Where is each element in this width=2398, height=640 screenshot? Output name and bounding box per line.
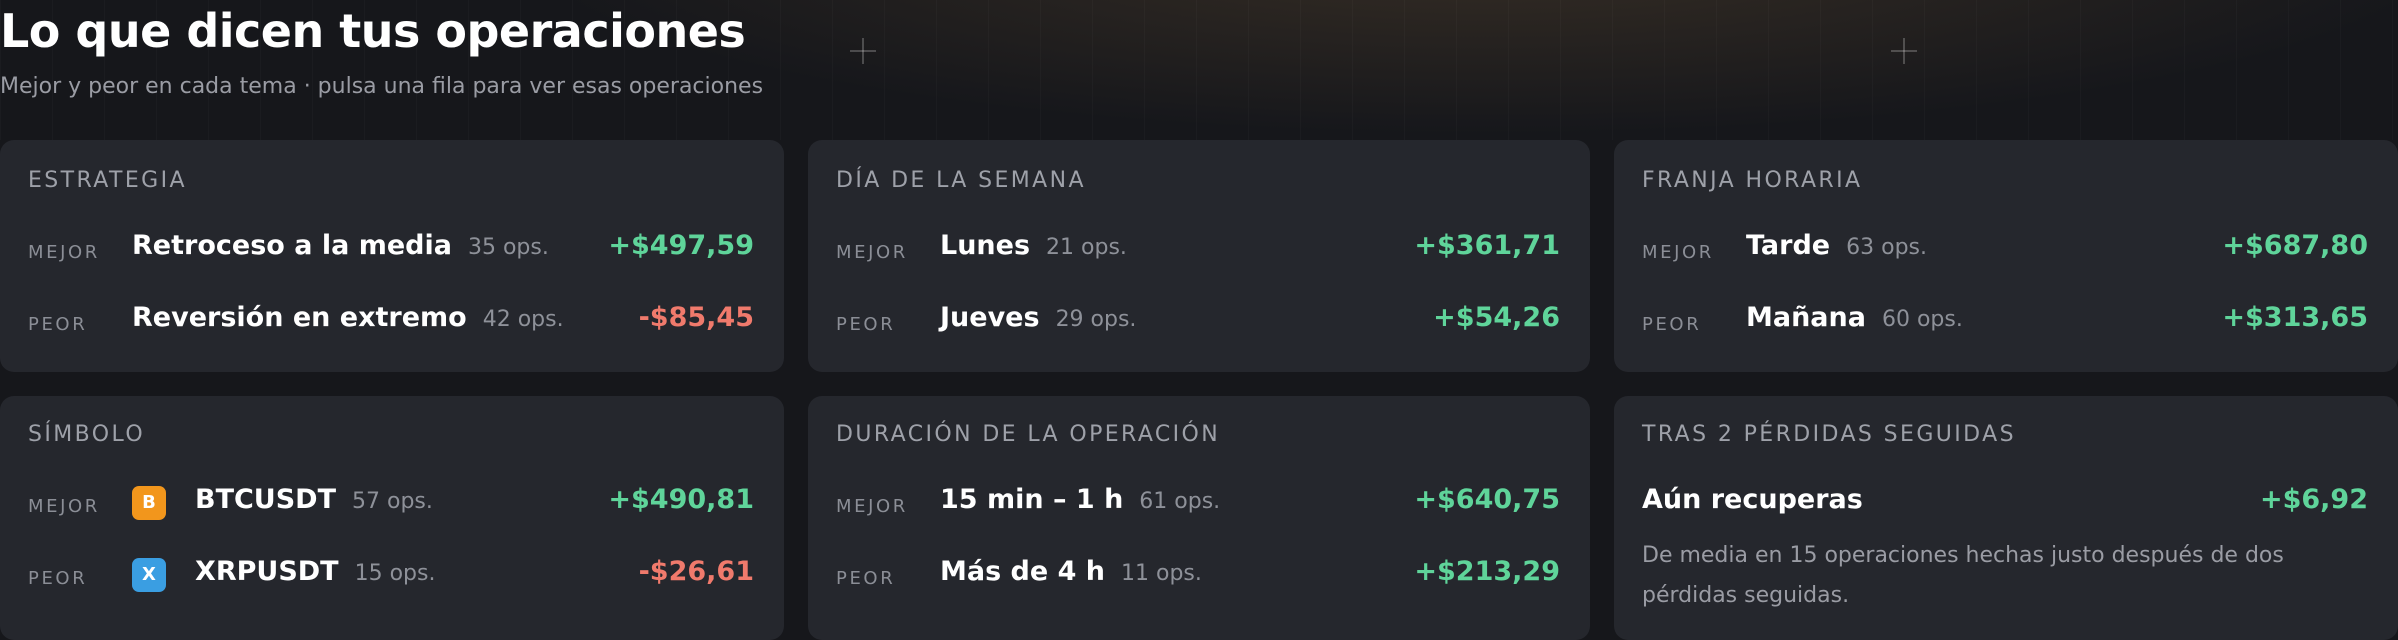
page-subtitle: Mejor y peor en cada tema · pulsa una fi… [0, 74, 764, 99]
page-title: Lo que dicen tus operaciones [0, 4, 746, 58]
note-value: +$6,92 [2259, 484, 2368, 515]
row-main: Jueves 29 ops. [940, 302, 1136, 333]
card-title: ESTRATEGIA [28, 168, 187, 193]
card-franja-horaria: FRANJA HORARIA MEJOR Tarde 63 ops. +$687… [1614, 140, 2398, 372]
row-name: 15 min – 1 h [940, 484, 1124, 515]
row-value: +$54,26 [1433, 302, 1560, 333]
row-tag: MEJOR [836, 496, 908, 517]
worst-row[interactable]: PEOR Reversión en extremo 42 ops. -$85,4… [28, 302, 754, 352]
worst-row[interactable]: PEOR X XRPUSDT 15 ops. -$26,61 [28, 556, 754, 606]
plus-decoration [1891, 38, 1917, 64]
row-name: BTCUSDT [195, 484, 337, 515]
row-name: Retroceso a la media [132, 230, 452, 261]
row-main: XRPUSDT 15 ops. [195, 556, 435, 587]
row-name: Lunes [940, 230, 1031, 261]
bitcoin-icon: B [132, 486, 166, 520]
row-count: 29 ops. [1055, 307, 1137, 332]
row-tag: MEJOR [1642, 242, 1714, 263]
row-name: Reversión en extremo [132, 302, 467, 333]
best-row[interactable]: MEJOR Retroceso a la media 35 ops. +$497… [28, 230, 754, 280]
row-count: 35 ops. [467, 235, 549, 260]
best-row[interactable]: MEJOR B BTCUSDT 57 ops. +$490,81 [28, 484, 754, 534]
best-row[interactable]: MEJOR Tarde 63 ops. +$687,80 [1642, 230, 2368, 280]
row-main: Mañana 60 ops. [1746, 302, 1963, 333]
row-name: Tarde [1746, 230, 1831, 261]
row-tag: MEJOR [28, 242, 100, 263]
card-title: DÍA DE LA SEMANA [836, 168, 1086, 193]
card-dia-semana: DÍA DE LA SEMANA MEJOR Lunes 21 ops. +$3… [808, 140, 1590, 372]
row-value: +$313,65 [2222, 302, 2368, 333]
row-tag: PEOR [28, 568, 88, 589]
row-count: 63 ops. [1846, 235, 1927, 260]
row-value: +$213,29 [1414, 556, 1560, 587]
row-tag: PEOR [836, 568, 896, 589]
row-count: 57 ops. [352, 489, 433, 514]
xrp-icon: X [132, 558, 166, 592]
worst-row[interactable]: PEOR Más de 4 h 11 ops. +$213,29 [836, 556, 1560, 606]
note-headline: Aún recuperas [1642, 484, 1863, 515]
note-description: De media en 15 operaciones hechas justo … [1642, 543, 2284, 608]
row-main: Reversión en extremo 42 ops. [132, 302, 564, 333]
row-main: Más de 4 h 11 ops. [940, 556, 1202, 587]
row-value: +$687,80 [2222, 230, 2368, 261]
best-row[interactable]: MEJOR Lunes 21 ops. +$361,71 [836, 230, 1560, 280]
row-value: +$361,71 [1414, 230, 1560, 261]
card-title: DURACIÓN DE LA OPERACIÓN [836, 422, 1221, 447]
row-count: 15 ops. [354, 561, 436, 586]
row-main: Tarde 63 ops. [1746, 230, 1927, 261]
row-count: 60 ops. [1881, 307, 1963, 332]
row-main: Retroceso a la media 35 ops. [132, 230, 549, 261]
row-value: +$497,59 [608, 230, 754, 261]
card-duracion: DURACIÓN DE LA OPERACIÓN MEJOR 15 min – … [808, 396, 1590, 640]
row-tag: MEJOR [836, 242, 908, 263]
row-name: Jueves [940, 302, 1040, 333]
row-main: BTCUSDT 57 ops. [195, 484, 433, 515]
row-main: Lunes 21 ops. [940, 230, 1127, 261]
row-name: Más de 4 h [940, 556, 1106, 587]
row-tag: MEJOR [28, 496, 100, 517]
best-row[interactable]: MEJOR 15 min – 1 h 61 ops. +$640,75 [836, 484, 1560, 534]
row-tag: PEOR [28, 314, 88, 335]
row-tag: PEOR [1642, 314, 1702, 335]
card-title: TRAS 2 PÉRDIDAS SEGUIDAS [1642, 422, 2016, 447]
row-value: -$85,45 [638, 302, 754, 333]
row-count: 11 ops. [1121, 561, 1202, 586]
card-title: SÍMBOLO [28, 422, 146, 447]
card-estrategia: ESTRATEGIA MEJOR Retroceso a la media 35… [0, 140, 784, 372]
row-name: Mañana [1746, 302, 1866, 333]
row-count: 42 ops. [482, 307, 564, 332]
row-value: -$26,61 [638, 556, 754, 587]
card-simbolo: SÍMBOLO MEJOR B BTCUSDT 57 ops. +$490,81… [0, 396, 784, 640]
row-main: 15 min – 1 h 61 ops. [940, 484, 1220, 515]
row-value: +$490,81 [608, 484, 754, 515]
worst-row[interactable]: PEOR Jueves 29 ops. +$54,26 [836, 302, 1560, 352]
row-count: 21 ops. [1046, 235, 1127, 260]
plus-decoration [850, 38, 876, 64]
card-tras-perdidas[interactable]: TRAS 2 PÉRDIDAS SEGUIDAS Aún recuperas +… [1614, 396, 2398, 640]
worst-row[interactable]: PEOR Mañana 60 ops. +$313,65 [1642, 302, 2368, 352]
row-count: 61 ops. [1139, 489, 1221, 514]
card-title: FRANJA HORARIA [1642, 168, 1863, 193]
row-name: XRPUSDT [195, 556, 339, 587]
row-value: +$640,75 [1414, 484, 1560, 515]
row-tag: PEOR [836, 314, 896, 335]
